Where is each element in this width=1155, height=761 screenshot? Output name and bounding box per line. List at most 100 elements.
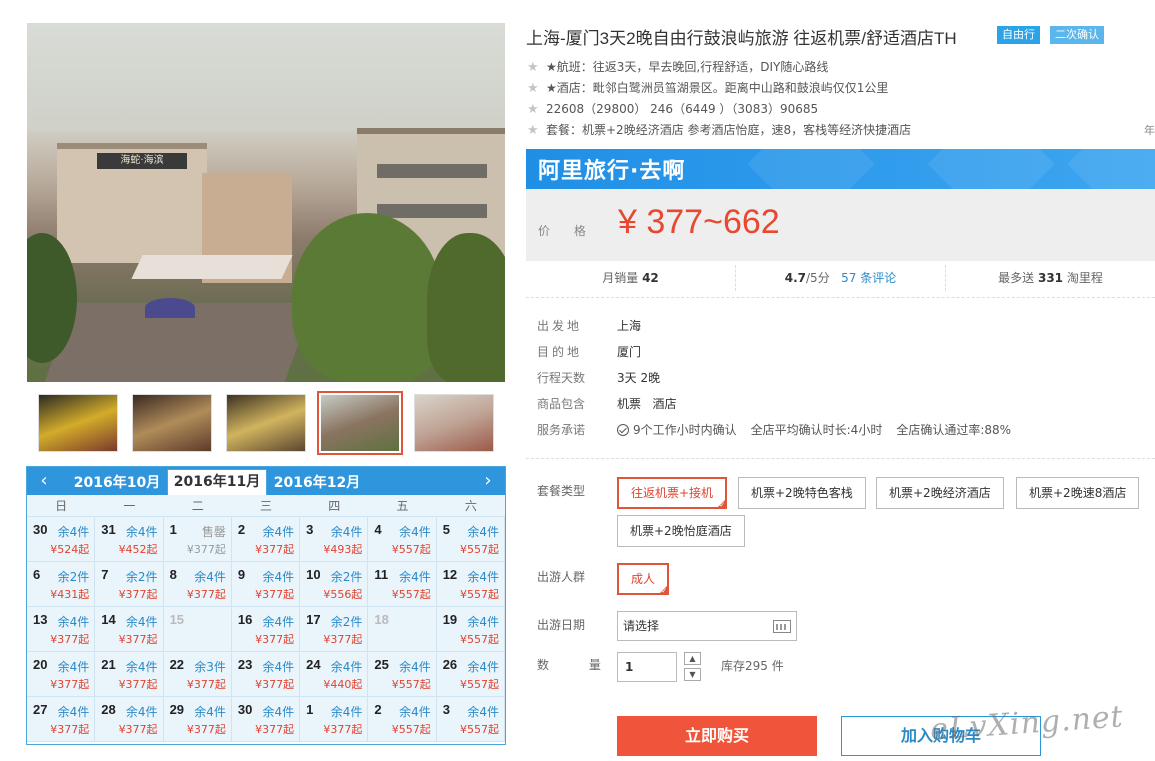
thumbnail-image <box>415 395 493 451</box>
day-stock: 余4件 <box>57 525 90 539</box>
package-option-selected[interactable]: 往返机票+接机 <box>617 477 728 510</box>
month-tab-active[interactable]: 2016年11月 <box>167 469 267 495</box>
day-price: ¥377起 <box>255 588 295 601</box>
day-stock: 余4件 <box>467 615 499 629</box>
quantity-input[interactable]: 1 <box>617 652 677 682</box>
reviews-link[interactable]: 57 条评论 <box>841 271 896 285</box>
thumbnail[interactable] <box>38 394 118 452</box>
quantity-decrease-icon[interactable]: ▼ <box>684 668 701 681</box>
month-tab[interactable]: 2016年12月 <box>267 471 367 495</box>
day-price: ¥377起 <box>186 588 226 601</box>
day-price: ¥377起 <box>186 543 226 556</box>
day-stock: 余4件 <box>57 705 90 719</box>
day-price: ¥377起 <box>323 723 363 736</box>
day-stock: 余4件 <box>194 570 226 584</box>
info-key: 商品包含 <box>537 397 586 411</box>
thumbnail[interactable] <box>414 394 494 452</box>
calendar-day[interactable]: 9 余4件 ¥377起 <box>231 562 301 607</box>
calendar-day[interactable]: 2 余4件 ¥557起 <box>368 697 437 742</box>
day-stock: 余4件 <box>125 615 158 629</box>
calendar-day[interactable]: 10 余2件 ¥556起 <box>300 562 369 607</box>
calendar-day[interactable]: 6 余2件 ¥431起 <box>27 562 96 607</box>
calendar-day[interactable]: 14 余4件 ¥377起 <box>95 607 164 652</box>
package-option[interactable]: 机票+2晚特色客栈 <box>738 477 866 509</box>
info-key: 出发地 <box>537 319 583 333</box>
brief-text: 套餐：机票+2晚经济酒店 参考酒店怡庭，速8，客栈等经济快捷酒店 <box>546 123 912 137</box>
day-number: 5 <box>442 522 450 537</box>
rating-value: 4.7 <box>784 271 807 285</box>
weekday-label: 五 <box>396 499 409 513</box>
calendar-day[interactable]: 26 余4件 ¥557起 <box>436 652 505 697</box>
day-stock: 余4件 <box>330 525 363 539</box>
calendar-day[interactable]: 3 余4件 ¥493起 <box>300 517 369 562</box>
calendar-day[interactable]: 1 售罄 ¥377起 <box>163 517 232 562</box>
day-price: ¥377起 <box>255 543 295 556</box>
day-number: 2 <box>374 702 382 717</box>
thumbnail-image <box>321 395 399 451</box>
month-tab[interactable]: 2016年10月 <box>67 471 167 495</box>
day-price: ¥377起 <box>118 723 158 736</box>
calendar-day[interactable]: 27 余4件 ¥377起 <box>27 697 96 742</box>
calendar-day[interactable]: 3 余4件 ¥557起 <box>436 697 505 742</box>
calendar-day[interactable]: 20 余4件 ¥377起 <box>27 652 96 697</box>
day-number: 1 <box>306 702 314 717</box>
star-icon: ★ <box>527 60 539 75</box>
day-price: ¥377起 <box>186 723 226 736</box>
calendar-day[interactable]: 28 余4件 ¥377起 <box>95 697 164 742</box>
buy-now-button[interactable]: 立即购买 <box>617 716 817 756</box>
day-stock: 余4件 <box>399 525 431 539</box>
day-number: 10 <box>306 567 321 582</box>
day-price: ¥377起 <box>186 678 226 691</box>
calendar-day[interactable]: 19 余4件 ¥557起 <box>436 607 505 652</box>
traveler-option-selected[interactable]: 成人 <box>617 563 670 596</box>
tag-badge: 二次确认 <box>1050 26 1104 44</box>
calendar-day[interactable]: 25 余4件 ¥557起 <box>368 652 437 697</box>
day-number: 30 <box>237 702 253 717</box>
calendar-day[interactable]: 22 余3件 ¥377起 <box>163 652 232 697</box>
calendar-day[interactable]: 30 余4件 ¥524起 <box>27 517 96 562</box>
calendar-day[interactable]: 29 余4件 ¥377起 <box>163 697 232 742</box>
calendar-day[interactable]: 12 余4件 ¥557起 <box>436 562 505 607</box>
prev-month-icon[interactable]: ‹ <box>33 470 55 492</box>
package-option[interactable]: 机票+2晚速8酒店 <box>1016 477 1140 509</box>
weekday-label: 一 <box>123 499 136 513</box>
next-month-icon[interactable]: › <box>477 470 499 492</box>
day-number: 16 <box>237 612 253 627</box>
day-number: 22 <box>169 657 185 672</box>
package-option[interactable]: 机票+2晚怡庭酒店 <box>617 515 745 547</box>
banner-decoration <box>1067 149 1155 189</box>
star-icon: ★ <box>527 123 539 138</box>
day-stock: 余4件 <box>262 570 295 584</box>
calendar-day[interactable]: 8 余4件 ¥377起 <box>163 562 232 607</box>
calendar-day[interactable]: 11 余4件 ¥557起 <box>368 562 437 607</box>
calendar-day[interactable]: 7 余2件 ¥377起 <box>95 562 164 607</box>
calendar-day[interactable]: 31 余4件 ¥452起 <box>95 517 164 562</box>
calendar-day[interactable]: 1 余4件 ¥377起 <box>300 697 369 742</box>
thumbnail-active[interactable] <box>317 391 403 455</box>
thumbnail[interactable] <box>132 394 212 452</box>
day-stock: 余4件 <box>125 705 158 719</box>
calendar-day[interactable]: 23 余4件 ¥377起 <box>231 652 301 697</box>
banner-decoration <box>747 149 875 189</box>
photo-tree <box>427 233 505 382</box>
quantity-increase-icon[interactable]: ▲ <box>684 652 701 665</box>
travel-date-input[interactable]: 请选择 <box>617 611 797 641</box>
calendar-day[interactable]: 30 余4件 ¥377起 <box>231 697 301 742</box>
calendar-icon[interactable] <box>773 620 791 633</box>
info-value: 3天 2晚 <box>617 371 661 385</box>
day-stock: 余4件 <box>399 570 431 584</box>
calendar-day[interactable]: 21 余4件 ¥377起 <box>95 652 164 697</box>
product-title: 上海-厦门3天2晚自由行鼓浪屿旅游 往返机票/舒适酒店TH <box>526 29 957 48</box>
info-key: 目的地 <box>537 345 583 359</box>
calendar-day[interactable]: 5 余4件 ¥557起 <box>436 517 505 562</box>
calendar-day[interactable]: 17 余2件 ¥377起 <box>300 607 369 652</box>
calendar-day[interactable]: 4 余4件 ¥557起 <box>368 517 437 562</box>
calendar-day[interactable]: 24 余4件 ¥440起 <box>300 652 369 697</box>
day-price: ¥377起 <box>255 723 295 736</box>
calendar-day[interactable]: 2 余4件 ¥377起 <box>231 517 301 562</box>
thumbnail[interactable] <box>226 394 306 452</box>
day-price: ¥431起 <box>50 588 90 601</box>
package-option[interactable]: 机票+2晚经济酒店 <box>876 477 1004 509</box>
calendar-day[interactable]: 13 余4件 ¥377起 <box>27 607 96 652</box>
calendar-day[interactable]: 16 余4件 ¥377起 <box>231 607 301 652</box>
